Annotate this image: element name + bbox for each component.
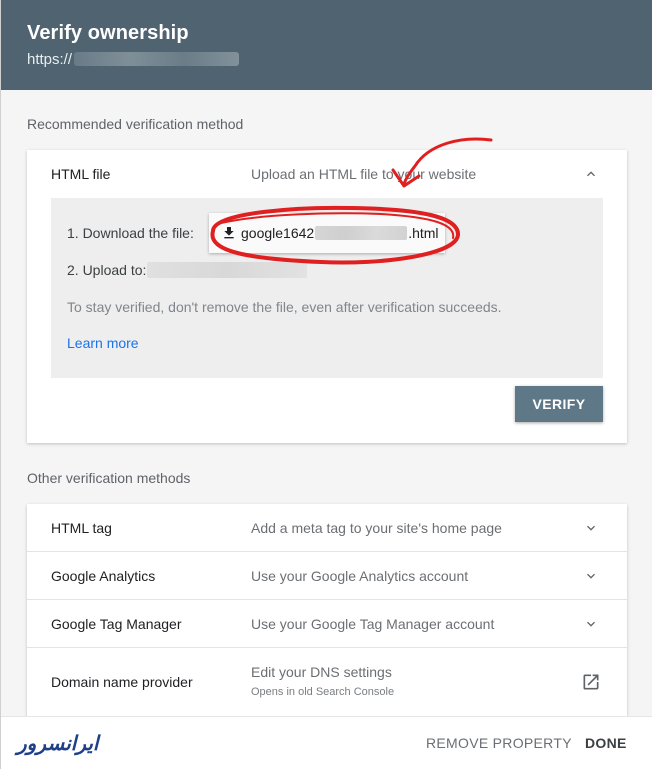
method-description: Use your Google Analytics account bbox=[251, 568, 469, 584]
verify-ownership-dialog: Verify ownership https:// Recommended ve… bbox=[0, 0, 652, 769]
chevron-up-icon[interactable] bbox=[583, 166, 599, 182]
file-name-prefix: google1642 bbox=[241, 225, 315, 241]
redacted-file-id bbox=[315, 226, 408, 240]
learn-more-link[interactable]: Learn more bbox=[67, 335, 139, 351]
redacted-url bbox=[74, 52, 240, 66]
remove-property-button[interactable]: REMOVE PROPERTY bbox=[426, 735, 572, 751]
dialog-footer: ایرانسرور REMOVE PROPERTY DONE bbox=[1, 716, 652, 769]
method-name: Google Analytics bbox=[51, 568, 156, 584]
open-in-new-icon[interactable] bbox=[581, 672, 601, 692]
file-name-suffix: .html bbox=[408, 225, 439, 241]
dialog-content[interactable]: Recommended verification method HTML fil… bbox=[1, 90, 652, 716]
dialog-title: Verify ownership bbox=[27, 22, 189, 44]
method-description: Upload an HTML file to your website bbox=[251, 166, 477, 182]
stay-verified-note: To stay verified, don't remove the file,… bbox=[67, 299, 502, 315]
method-subtext: Opens in old Search Console bbox=[251, 686, 395, 698]
download-file-button[interactable]: google1642 .html bbox=[209, 213, 445, 253]
done-button[interactable]: DONE bbox=[585, 735, 627, 751]
other-methods-card: HTML tag Add a meta tag to your site's h… bbox=[27, 504, 627, 716]
method-description: Add a meta tag to your site's home page bbox=[251, 520, 502, 536]
recommended-method-card: HTML file Upload an HTML file to your we… bbox=[27, 150, 627, 443]
chevron-down-icon[interactable] bbox=[583, 520, 599, 536]
iranserver-logo: ایرانسرور bbox=[17, 731, 99, 755]
other-methods-section-label: Other verification methods bbox=[27, 470, 191, 486]
method-name: HTML tag bbox=[51, 520, 112, 536]
redacted-upload-url bbox=[147, 262, 307, 278]
method-row-google-analytics[interactable]: Google Analytics Use your Google Analyti… bbox=[27, 552, 627, 600]
method-header-html-file[interactable]: HTML file Upload an HTML file to your we… bbox=[27, 150, 627, 198]
method-row-google-tag-manager[interactable]: Google Tag Manager Use your Google Tag M… bbox=[27, 600, 627, 648]
method-description: Edit your DNS settings bbox=[251, 664, 392, 680]
method-description: Use your Google Tag Manager account bbox=[251, 616, 495, 632]
recommended-section-label: Recommended verification method bbox=[27, 116, 244, 132]
file-name: google1642 .html bbox=[241, 225, 439, 241]
upload-step-label: 2. Upload to: bbox=[67, 262, 147, 278]
download-icon bbox=[224, 227, 234, 239]
method-name: Domain name provider bbox=[51, 674, 193, 690]
chevron-down-icon[interactable] bbox=[583, 568, 599, 584]
method-name: Google Tag Manager bbox=[51, 616, 182, 632]
dialog-header: Verify ownership https:// bbox=[1, 0, 652, 90]
method-row-html-tag[interactable]: HTML tag Add a meta tag to your site's h… bbox=[27, 504, 627, 552]
property-url: https:// bbox=[27, 50, 240, 68]
html-file-instructions: 1. Download the file: google1642 .html 2… bbox=[51, 198, 603, 378]
verify-button[interactable]: VERIFY bbox=[515, 386, 603, 422]
chevron-down-icon[interactable] bbox=[583, 616, 599, 632]
download-step-label: 1. Download the file: bbox=[67, 225, 194, 241]
method-row-domain-name-provider[interactable]: Domain name provider Edit your DNS setti… bbox=[27, 648, 627, 716]
method-name: HTML file bbox=[51, 166, 111, 182]
property-url-text: https:// bbox=[27, 50, 73, 68]
